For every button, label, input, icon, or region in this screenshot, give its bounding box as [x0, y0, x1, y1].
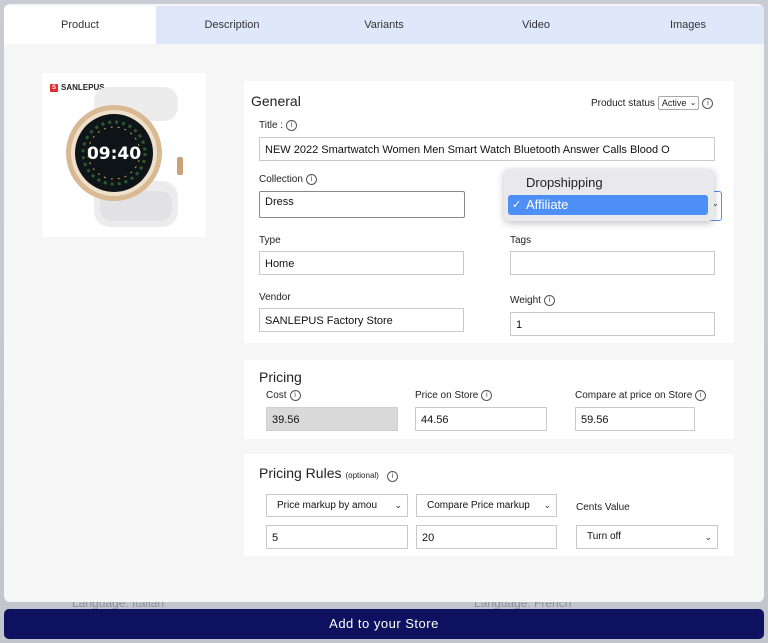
info-icon[interactable]: i [305, 174, 317, 185]
info-icon[interactable]: i [702, 97, 714, 109]
compare-at-price-label: Compare at price on Store i [575, 390, 707, 401]
product-status-label: Product status Active ⌄ i [591, 96, 714, 110]
vendor-label-text: Vendor [259, 292, 291, 303]
vendor-label: Vendor [259, 292, 291, 303]
price-markup-input[interactable]: 5 [266, 525, 408, 549]
tab-description[interactable]: Description [156, 6, 308, 44]
cost-label-text: Cost [266, 390, 287, 401]
price-on-store-text: Price on Store [415, 390, 479, 401]
watch-face-time: 09:40 [87, 144, 141, 164]
title-label: Title : i [259, 120, 298, 131]
product-status-select[interactable]: Active ⌄ [657, 96, 700, 110]
pricing-rules-title-text: Pricing Rules [259, 465, 342, 481]
info-icon[interactable]: i [543, 295, 555, 306]
info-icon[interactable]: i [289, 390, 301, 401]
optional-label: (optional) [345, 471, 379, 480]
dropdown-option-affiliate-label: Affiliate [526, 197, 569, 212]
collection-input[interactable]: Dress [259, 191, 465, 218]
pricing-rules-card: Pricing Rules (optional) i Price markup … [244, 454, 734, 556]
pricing-rules-title: Pricing Rules (optional) i [259, 465, 398, 482]
cost-input: 39.56 [266, 407, 398, 431]
dropdown-option-dropshipping[interactable]: Dropshipping [508, 173, 708, 193]
price-on-store-label: Price on Store i [415, 390, 493, 401]
product-status-text: Product status [591, 97, 655, 109]
product-editor-modal: Product Description Variants Video Image… [4, 4, 764, 602]
tab-bar: Product Description Variants Video Image… [4, 6, 764, 44]
tab-variants[interactable]: Variants [308, 6, 460, 44]
weight-input[interactable]: 1 [510, 312, 715, 336]
price-on-store-input[interactable]: 44.56 [415, 407, 547, 431]
smartwatch-image: 09:40 [66, 87, 183, 227]
info-icon[interactable]: i [481, 390, 493, 401]
dropdown-option-affiliate[interactable]: ✓ Affiliate [508, 195, 708, 215]
tags-input[interactable] [510, 251, 715, 275]
info-icon[interactable]: i [386, 471, 398, 482]
product-type-dropdown-menu: Dropshipping ✓ Affiliate [504, 169, 714, 221]
cents-value-text: Cents Value [576, 502, 630, 513]
general-title: General [251, 93, 301, 109]
compare-price-markup-value: Compare Price markup [427, 500, 530, 511]
info-icon[interactable]: i [286, 120, 298, 131]
pricing-title: Pricing [259, 369, 302, 385]
info-icon[interactable]: i [695, 390, 707, 401]
tab-video[interactable]: Video [460, 6, 612, 44]
type-input[interactable]: Home [259, 251, 464, 275]
cents-value-selected: Turn off [587, 531, 621, 542]
collection-label: Collection i [259, 174, 317, 185]
vendor-input[interactable]: SANLEPUS Factory Store [259, 308, 464, 332]
cents-value-select[interactable]: Turn off ⌄ [576, 525, 718, 549]
chevron-down-icon: ⌄ [704, 532, 712, 542]
tags-label: Tags [510, 235, 531, 246]
title-label-text: Title : [259, 120, 284, 131]
price-markup-select[interactable]: Price markup by amou ⌄ [266, 494, 408, 517]
tags-label-text: Tags [510, 235, 532, 246]
title-input[interactable]: NEW 2022 Smartwatch Women Men Smart Watc… [259, 137, 715, 161]
collection-label-text: Collection [259, 174, 303, 185]
tab-images[interactable]: Images [612, 6, 764, 44]
tab-product[interactable]: Product [4, 6, 156, 44]
product-status-value: Active [661, 98, 687, 108]
pricing-card: Pricing Cost i 39.56 Price on Store i 44… [244, 360, 734, 439]
weight-label-text: Weight [510, 295, 541, 306]
type-label-text: Type [259, 235, 281, 246]
compare-price-markup-select[interactable]: Compare Price markup ⌄ [416, 494, 557, 517]
weight-label: Weight i [510, 295, 555, 306]
type-label: Type [259, 235, 281, 246]
compare-at-price-text: Compare at price on Store [575, 390, 693, 401]
chevron-down-icon: ⌄ [394, 500, 402, 510]
cents-value-label: Cents Value [576, 502, 630, 513]
product-image[interactable]: S SANLEPUS 09:40 [42, 73, 206, 237]
cost-label: Cost i [266, 390, 301, 401]
chevron-down-icon: ⌄ [543, 500, 551, 510]
compare-price-markup-input[interactable]: 20 [416, 525, 557, 549]
add-to-store-button[interactable]: Add to your Store [4, 609, 764, 639]
price-markup-value: Price markup by amou [277, 500, 378, 511]
chevron-down-icon: ⌄ [689, 98, 697, 107]
checkmark-icon: ✓ [512, 199, 522, 211]
compare-at-price-input[interactable]: 59.56 [575, 407, 695, 431]
